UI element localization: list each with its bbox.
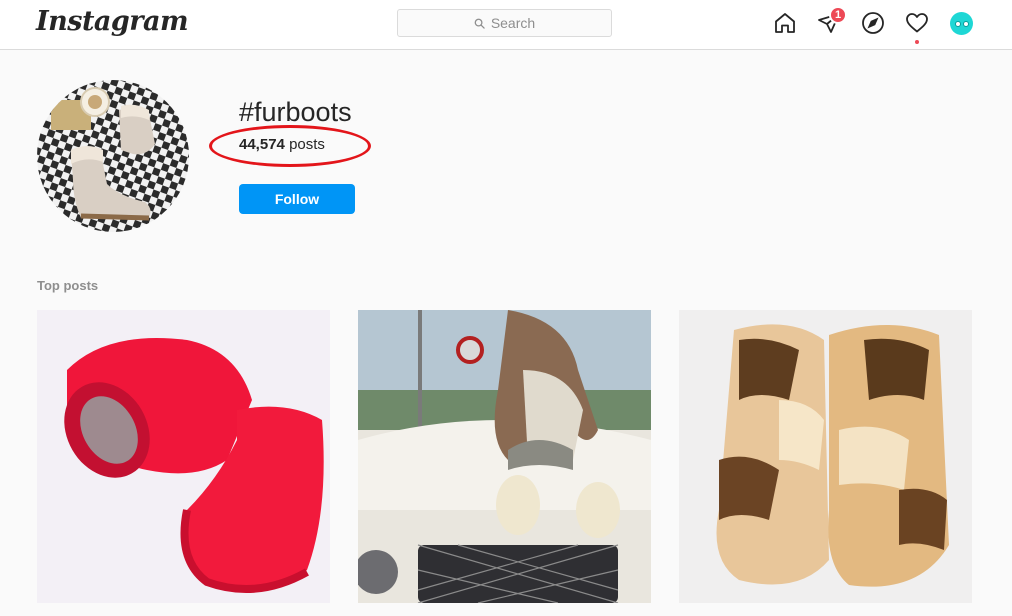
avatar-eye-left xyxy=(954,20,961,27)
search-icon xyxy=(474,18,485,29)
follow-button[interactable]: Follow xyxy=(239,184,355,214)
top-post-brown-fur-boots[interactable] xyxy=(679,310,972,603)
activity-heart-icon[interactable] xyxy=(904,10,930,36)
instagram-logo[interactable]: Instagram xyxy=(36,6,189,37)
top-nav-bar: Instagram Search 1 xyxy=(0,0,1012,50)
hashtag-title: #furboots xyxy=(239,97,352,127)
red-annotation-circle xyxy=(209,125,371,167)
top-post-red-fur-boots[interactable] xyxy=(37,310,330,603)
top-post-woman-on-car[interactable] xyxy=(358,310,651,603)
avatar-eye-right xyxy=(962,20,969,27)
search-input[interactable]: Search xyxy=(397,9,612,37)
explore-icon[interactable] xyxy=(860,10,886,36)
hashtag-profile-image xyxy=(37,80,189,232)
direct-unread-badge: 1 xyxy=(829,6,847,24)
home-icon[interactable] xyxy=(772,10,798,36)
top-posts-label: Top posts xyxy=(37,278,99,293)
search-placeholder: Search xyxy=(490,15,536,31)
activity-indicator-dot xyxy=(915,40,919,44)
profile-avatar[interactable] xyxy=(950,12,973,35)
